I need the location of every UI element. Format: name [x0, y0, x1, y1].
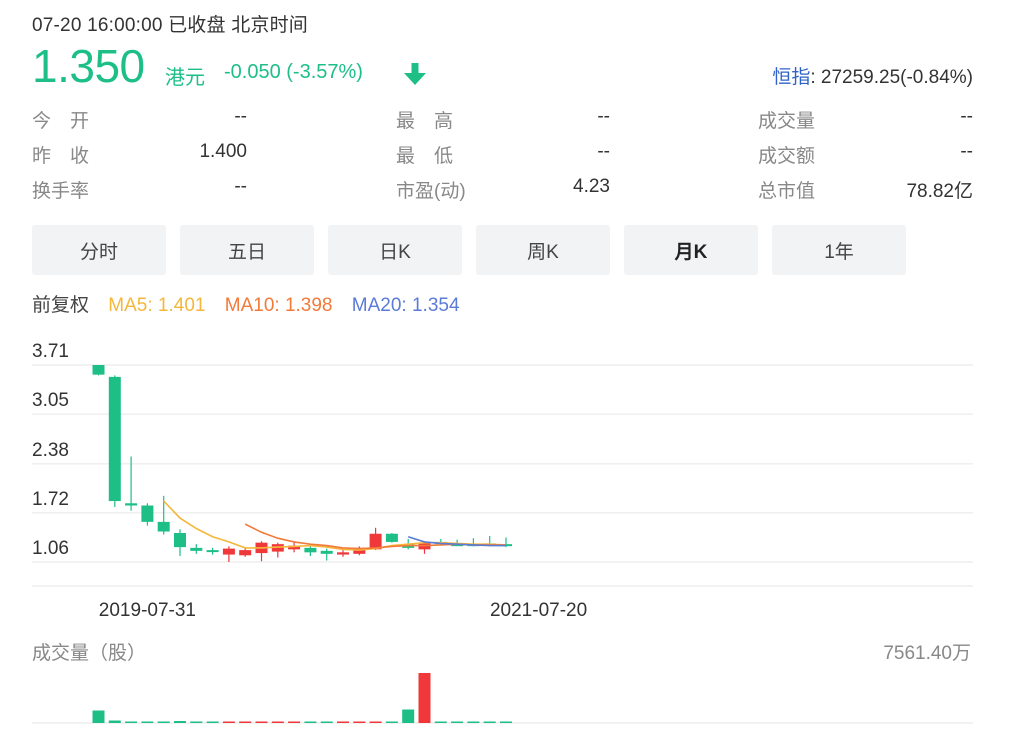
- current-price: 1.350: [32, 40, 145, 92]
- hsi-index[interactable]: 恒指: 27259.25(-0.84%): [772, 62, 973, 89]
- volume-bar: [174, 721, 186, 723]
- kline-chart[interactable]: 3.71 3.05 2.38 1.72 1.06 2019-07-31 2021-07-20: [0, 330, 1024, 630]
- ma20-label: MA20: 1.354: [351, 295, 460, 316]
- ma10-label: MA10: 1.398: [224, 295, 333, 316]
- ma5-label: MA5: 1.401: [108, 295, 206, 316]
- volume-bar: [239, 721, 252, 723]
- stat-value: --: [234, 176, 247, 197]
- tab-4[interactable]: 月K: [624, 225, 758, 275]
- candle-body: [206, 550, 219, 553]
- volume-bar: [467, 721, 480, 723]
- candle-body: [190, 547, 203, 551]
- stat-label: 最 高: [396, 111, 454, 132]
- volume-bar: [353, 721, 366, 723]
- candle-body: [108, 376, 121, 502]
- candle-body: [222, 548, 235, 555]
- volume-bar: [500, 721, 512, 723]
- hsi-index-link[interactable]: 恒指: [772, 67, 810, 88]
- volume-bar: [385, 721, 398, 723]
- volume-bar: [337, 721, 349, 723]
- volume-max-label: 7561.40万: [883, 643, 971, 664]
- market-status: 07-20 16:00:00 已收盘 北京时间: [32, 15, 308, 36]
- stat-label: 成交额: [758, 146, 816, 167]
- y-tick-label: 3.05: [32, 390, 69, 411]
- volume-bar: [108, 720, 121, 723]
- stat-label: 最 低: [396, 146, 454, 167]
- candle-body: [92, 365, 105, 375]
- stat-label: 今 开: [32, 111, 90, 132]
- volume-bar: [304, 721, 317, 723]
- candle-body: [174, 533, 186, 548]
- candle-body: [239, 550, 252, 556]
- y-tick-label: 3.71: [32, 341, 69, 362]
- stat-value: --: [234, 106, 247, 127]
- candle-body: [141, 505, 154, 522]
- stat-value: 78.82亿: [906, 181, 973, 202]
- volume-bar: [157, 721, 170, 723]
- tab-2[interactable]: 日K: [328, 225, 462, 275]
- volume-bar: [402, 709, 415, 723]
- volume-bar: [434, 721, 447, 723]
- volume-bar: [206, 721, 219, 723]
- stat-label: 总市值: [758, 181, 816, 202]
- volume-title: 成交量（股）: [32, 643, 147, 664]
- stat-value: --: [597, 141, 610, 162]
- candle-body: [320, 550, 333, 554]
- currency-label: 港元: [165, 67, 205, 89]
- volume-chart[interactable]: [0, 665, 1024, 735]
- volume-bar: [125, 721, 138, 723]
- y-tick-label: 1.72: [32, 489, 69, 510]
- volume-bar: [369, 721, 382, 723]
- tab-5[interactable]: 1年: [772, 225, 906, 275]
- candle-body: [385, 533, 398, 542]
- y-tick-label: 1.06: [32, 538, 69, 559]
- price-change: -0.050 (-3.57%): [224, 61, 363, 83]
- volume-bar: [271, 721, 284, 723]
- tab-3[interactable]: 周K: [476, 225, 610, 275]
- x-tick-label: 2021-07-20: [490, 600, 587, 621]
- stat-label: 换手率: [32, 181, 90, 202]
- volume-bar: [451, 721, 464, 723]
- volume-bar: [190, 721, 203, 723]
- stat-value: 4.23: [573, 176, 610, 197]
- volume-bar: [141, 721, 154, 723]
- volume-bar: [418, 673, 431, 723]
- candle-body: [157, 521, 170, 532]
- ma-legend: 前复权 MA5: 1.401 MA10: 1.398 MA20: 1.354: [32, 290, 474, 317]
- volume-bar: [92, 710, 105, 723]
- adjust-mode-label[interactable]: 前复权: [32, 295, 89, 316]
- stat-value: 1.400: [199, 141, 247, 162]
- tab-1[interactable]: 五日: [180, 225, 314, 275]
- candle-body: [304, 547, 317, 553]
- stat-value: --: [960, 106, 973, 127]
- volume-bar: [255, 721, 268, 723]
- volume-bar: [288, 721, 301, 723]
- tab-0[interactable]: 分时: [32, 225, 166, 275]
- ma5-line: [163, 500, 507, 551]
- volume-bar: [222, 721, 235, 723]
- stat-label: 成交量: [758, 111, 816, 132]
- candle-body: [337, 552, 349, 555]
- volume-bar: [483, 721, 496, 723]
- stat-value: --: [960, 141, 973, 162]
- stat-label: 市盈(动): [396, 181, 466, 202]
- volume-bar: [320, 721, 333, 723]
- x-tick-label: 2019-07-31: [99, 600, 196, 621]
- stat-value: --: [597, 106, 610, 127]
- stat-label: 昨 收: [32, 146, 90, 167]
- candle-body: [125, 503, 138, 506]
- y-tick-label: 2.38: [32, 440, 69, 461]
- arrow-down-icon: [404, 63, 426, 85]
- hsi-index-value: : 27259.25(-0.84%): [810, 67, 973, 88]
